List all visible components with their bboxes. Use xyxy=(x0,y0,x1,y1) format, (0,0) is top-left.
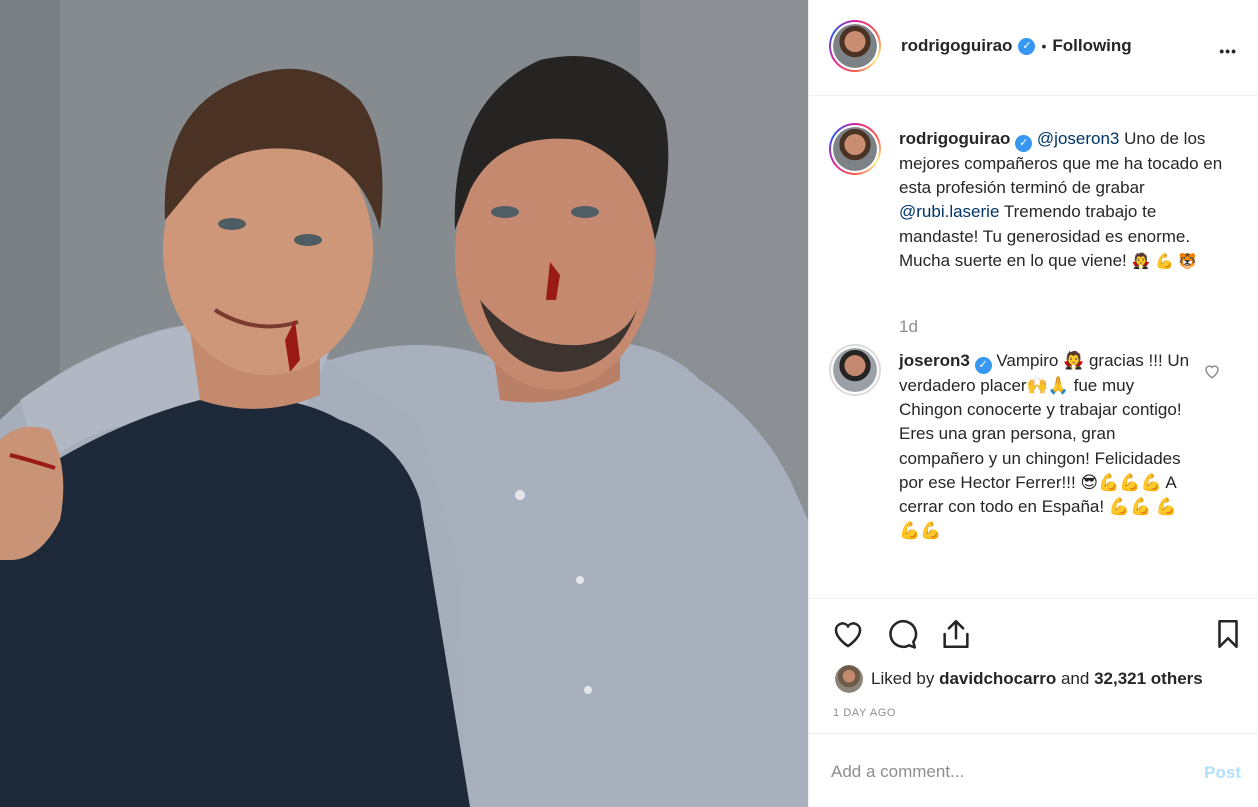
comment-bubble-icon[interactable] xyxy=(885,617,919,651)
caption-emoji: 🧛 💪 🐯 xyxy=(1131,251,1198,270)
follow-separator: • xyxy=(1041,38,1047,54)
reply-username[interactable]: joseron3 xyxy=(899,351,970,370)
post-actions: Liked by davidchocarro and 32,321 others… xyxy=(809,598,1258,733)
author-avatar[interactable] xyxy=(831,22,879,70)
reply-body: Vampiro 🧛 gracias !!! Un verdadero place… xyxy=(899,351,1190,541)
mention-link[interactable]: @joseron3 xyxy=(1037,129,1119,148)
liked-by-label: Liked by xyxy=(871,669,935,688)
author-username[interactable]: rodrigoguirao xyxy=(901,36,1012,56)
verified-icon: ✓ xyxy=(1015,135,1033,152)
more-options-icon[interactable]: ••• xyxy=(1219,36,1237,62)
following-button[interactable]: Following xyxy=(1052,36,1131,56)
mention-link[interactable]: @rubi.laserie xyxy=(899,202,999,221)
liker-avatar[interactable] xyxy=(835,665,863,693)
like-comment-heart-icon[interactable] xyxy=(1203,362,1221,380)
add-comment-bar: Post xyxy=(809,733,1258,807)
comments-section[interactable]: rodrigoguirao ✓ @joseron3 Uno de los mej… xyxy=(809,97,1258,597)
likes-count[interactable]: 32,321 others xyxy=(1094,669,1203,688)
like-heart-icon[interactable] xyxy=(831,617,865,651)
post-header: rodrigoguirao ✓ • Following ••• xyxy=(809,0,1258,96)
post-photo-illustration xyxy=(0,0,808,807)
caption-username[interactable]: rodrigoguirao xyxy=(899,129,1010,148)
post-comment-button[interactable]: Post xyxy=(1204,763,1241,783)
share-icon[interactable] xyxy=(939,617,973,651)
save-bookmark-icon[interactable] xyxy=(1211,617,1245,651)
likes-and-label: and xyxy=(1060,669,1090,688)
comment-input[interactable] xyxy=(831,760,1161,784)
likes-summary: Liked by davidchocarro and 32,321 others xyxy=(835,665,1203,693)
caption-text: rodrigoguirao ✓ @joseron3 Uno de los mej… xyxy=(899,127,1231,273)
reply-text: joseron3 ✓ Vampiro 🧛 gracias !!! Un verd… xyxy=(899,349,1197,543)
verified-icon: ✓ xyxy=(1018,37,1036,55)
reply-avatar[interactable] xyxy=(831,346,879,394)
liker-username[interactable]: davidchocarro xyxy=(939,669,1056,688)
verified-icon: ✓ xyxy=(974,357,992,374)
caption-avatar[interactable] xyxy=(831,125,879,173)
caption-time[interactable]: 1d xyxy=(899,317,918,337)
post-side-panel: rodrigoguirao ✓ • Following ••• rodrigog… xyxy=(808,0,1258,807)
post-photo[interactable] xyxy=(0,0,808,807)
post-timestamp[interactable]: 1 DAY AGO xyxy=(833,707,896,719)
